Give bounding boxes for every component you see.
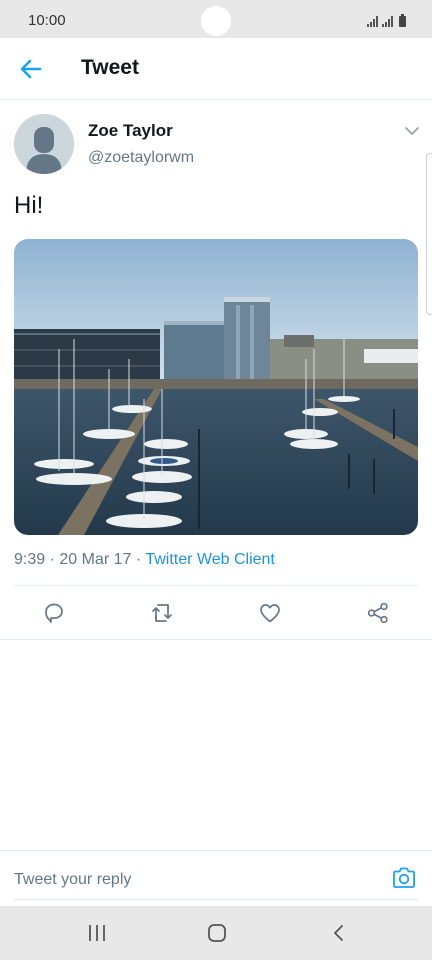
reply-button[interactable]: [42, 601, 66, 625]
like-button[interactable]: [258, 601, 282, 625]
reply-input[interactable]: Tweet your reply: [14, 871, 131, 889]
camera-icon: [393, 867, 415, 888]
status-icons: [367, 13, 406, 27]
reply-bar: Tweet your reply: [0, 850, 432, 907]
divider: [14, 585, 418, 586]
home-button[interactable]: [206, 922, 228, 944]
author-avatar[interactable]: [14, 114, 74, 174]
home-icon: [208, 924, 226, 942]
tweet-time: 9:39: [14, 551, 46, 568]
tweet-source-link[interactable]: Twitter Web Client: [145, 551, 275, 568]
meta-separator: ·: [45, 551, 60, 568]
default-avatar-icon: [14, 114, 74, 174]
battery-icon: [399, 14, 406, 27]
signal-icon: [367, 15, 378, 27]
tweet-date: 20 Mar 17: [59, 551, 132, 568]
app-header: Tweet: [0, 38, 432, 100]
meta-separator: ·: [131, 551, 146, 568]
camera-button[interactable]: [391, 865, 417, 891]
back-button[interactable]: [16, 54, 46, 84]
reply-input-underline: [14, 899, 418, 900]
status-time: 10:00: [28, 12, 66, 29]
tweet-text: Hi!: [14, 192, 44, 219]
heart-icon: [260, 604, 280, 623]
share-button[interactable]: [366, 601, 390, 625]
share-icon: [367, 602, 388, 624]
arrow-left-icon: [20, 59, 42, 79]
chevron-down-icon: [405, 127, 419, 135]
edge-panel-handle[interactable]: [426, 153, 432, 315]
system-back-button[interactable]: [328, 922, 350, 944]
divider: [0, 639, 432, 640]
retweet-icon: [152, 604, 172, 622]
tweet-meta: 9:39 · 20 Mar 17 · Twitter Web Client: [14, 551, 275, 569]
retweet-button[interactable]: [150, 601, 174, 625]
system-nav-bar: [0, 906, 432, 960]
recent-apps-icon: [89, 925, 105, 941]
front-camera-cutout: [201, 6, 231, 36]
back-icon: [334, 925, 343, 941]
page-title: Tweet: [81, 56, 139, 79]
tweet-options-button[interactable]: [404, 124, 420, 136]
signal-icon: [382, 15, 393, 27]
author-handle[interactable]: @zoetaylorwm: [88, 149, 194, 167]
status-bar: 10:00: [0, 0, 432, 38]
reply-icon: [45, 603, 63, 623]
author-name[interactable]: Zoe Taylor: [88, 121, 173, 141]
recent-apps-button[interactable]: [86, 922, 108, 944]
tweet-photo[interactable]: [14, 239, 418, 535]
marina-photo: [14, 239, 418, 535]
